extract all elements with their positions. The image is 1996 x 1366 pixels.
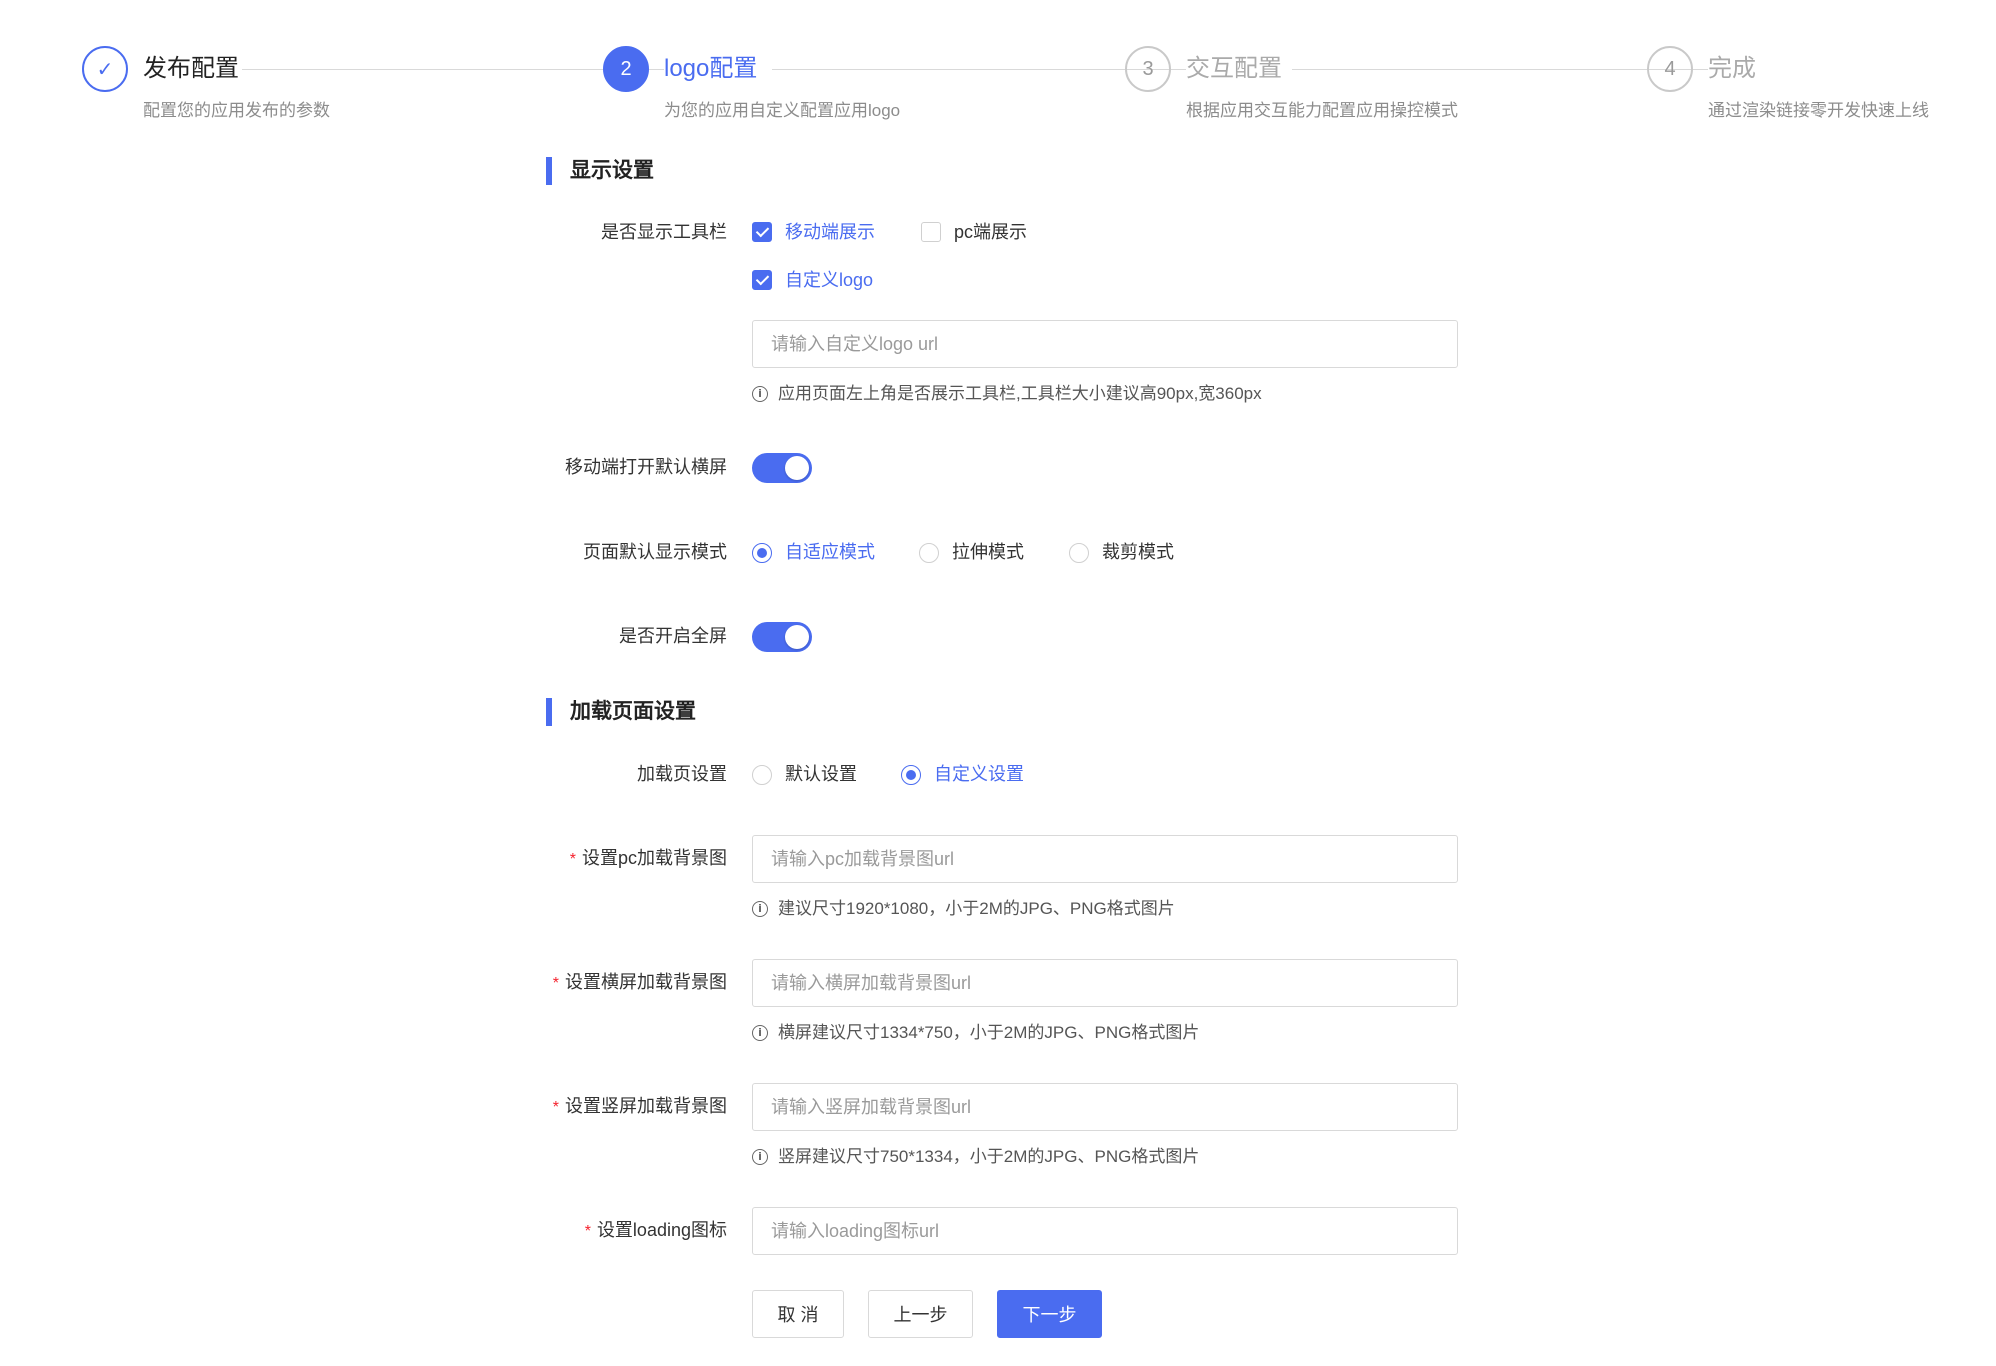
required-mark: *: [569, 851, 576, 868]
info-icon: i: [752, 386, 768, 402]
loading-icon-url-input[interactable]: [752, 1207, 1458, 1255]
custom-setting-label[interactable]: 自定义设置: [934, 762, 1024, 786]
landscape-bg-hint: i 横屏建议尺寸1334*750，小于2M的JPG、PNG格式图片: [752, 1022, 1199, 1044]
display-settings-title: 显示设置: [546, 157, 654, 185]
adaptive-mode-radio[interactable]: [752, 543, 772, 563]
steps-bar: ✓ 发布配置 配置您的应用发布的参数 2 logo配置 为您的应用自定义配置应用…: [82, 46, 1942, 136]
step-number: 4: [1647, 46, 1693, 92]
pc-display-checkbox[interactable]: [921, 222, 941, 242]
fullscreen-label: 是否开启全屏: [619, 626, 727, 646]
pc-bg-hint: i 建议尺寸1920*1080，小于2M的JPG、PNG格式图片: [752, 898, 1175, 920]
default-setting-radio[interactable]: [752, 765, 772, 785]
stretch-mode-radio[interactable]: [919, 543, 939, 563]
crop-mode-radio[interactable]: [1069, 543, 1089, 563]
cancel-button[interactable]: 取 消: [752, 1290, 844, 1338]
required-mark: *: [552, 1099, 559, 1116]
default-setting-label[interactable]: 默认设置: [785, 762, 857, 786]
step-number: 3: [1125, 46, 1171, 92]
portrait-bg-hint: i 竖屏建议尺寸750*1334，小于2M的JPG、PNG格式图片: [752, 1146, 1199, 1168]
step-title: 发布配置: [143, 54, 251, 84]
landscape-switch[interactable]: [752, 453, 812, 483]
info-icon: i: [752, 901, 768, 917]
step-title: 完成: [1708, 54, 1768, 84]
custom-setting-radio[interactable]: [901, 765, 921, 785]
pc-display-label[interactable]: pc端展示: [954, 220, 1027, 244]
hint-text: 建议尺寸1920*1080，小于2M的JPG、PNG格式图片: [778, 899, 1175, 918]
prev-step-button[interactable]: 上一步: [868, 1290, 973, 1338]
toolbar-hint: i 应用页面左上角是否展示工具栏,工具栏大小建议高90px,宽360px: [752, 383, 1262, 405]
info-icon: i: [752, 1149, 768, 1165]
step-desc: 为您的应用自定义配置应用logo: [664, 101, 901, 120]
hint-text: 横屏建议尺寸1334*750，小于2M的JPG、PNG格式图片: [778, 1023, 1200, 1042]
loading-icon-label: * 设置loading图标: [584, 1220, 727, 1240]
portrait-bg-url-input[interactable]: [752, 1083, 1458, 1131]
stretch-mode-label[interactable]: 拉伸模式: [952, 540, 1024, 564]
landscape-bg-url-input[interactable]: [752, 959, 1458, 1007]
fullscreen-switch[interactable]: [752, 622, 812, 652]
landscape-label: 移动端打开默认横屏: [565, 457, 727, 477]
step-desc: 通过渲染链接零开发快速上线: [1708, 101, 1929, 120]
required-mark: *: [552, 975, 559, 992]
step-desc: 根据应用交互能力配置应用操控模式: [1186, 101, 1458, 120]
info-icon: i: [752, 1025, 768, 1041]
toolbar-label: 是否显示工具栏: [601, 222, 727, 242]
loading-page-label: 加载页设置: [637, 764, 727, 784]
portrait-bg-label: * 设置竖屏加载背景图: [552, 1096, 727, 1116]
logo-url-input[interactable]: [752, 320, 1458, 368]
step-title: logo配置: [664, 54, 770, 84]
custom-logo-checkbox[interactable]: [752, 270, 772, 290]
pc-bg-label: * 设置pc加载背景图: [569, 848, 727, 868]
adaptive-mode-label[interactable]: 自适应模式: [785, 540, 875, 564]
hint-text: 竖屏建议尺寸750*1334，小于2M的JPG、PNG格式图片: [778, 1147, 1200, 1166]
landscape-bg-label: * 设置横屏加载背景图: [552, 972, 727, 992]
pc-bg-url-input[interactable]: [752, 835, 1458, 883]
step-desc: 配置您的应用发布的参数: [143, 101, 330, 120]
step-title: 交互配置: [1186, 54, 1294, 84]
custom-logo-label[interactable]: 自定义logo: [785, 268, 873, 292]
mobile-display-label[interactable]: 移动端展示: [785, 220, 875, 244]
hint-text: 应用页面左上角是否展示工具栏,工具栏大小建议高90px,宽360px: [778, 384, 1262, 403]
check-icon: ✓: [82, 46, 128, 92]
mobile-display-checkbox[interactable]: [752, 222, 772, 242]
next-step-button[interactable]: 下一步: [997, 1290, 1102, 1338]
display-mode-label: 页面默认显示模式: [583, 542, 727, 562]
loading-settings-title: 加载页面设置: [546, 698, 696, 726]
step-number: 2: [603, 46, 649, 92]
crop-mode-label[interactable]: 裁剪模式: [1102, 540, 1174, 564]
required-mark: *: [584, 1223, 591, 1240]
